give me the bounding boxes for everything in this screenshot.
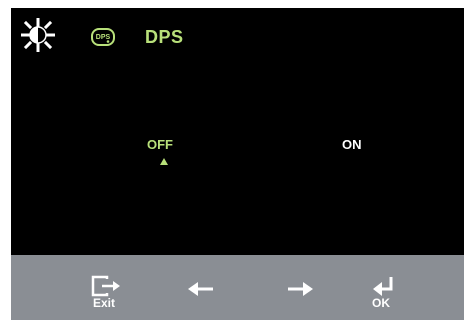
brightness-icon [21, 18, 55, 52]
control-bar: Exit OK [11, 255, 464, 320]
right-button[interactable] [281, 255, 321, 320]
svg-text:DPS: DPS [96, 34, 111, 41]
exit-icon [91, 275, 120, 297]
right-arrow-icon [288, 282, 313, 296]
option-off[interactable]: OFF [147, 137, 173, 152]
option-on[interactable]: ON [342, 137, 362, 152]
exit-button[interactable]: Exit [81, 255, 141, 320]
ok-button[interactable]: OK [361, 255, 411, 320]
menu-title: DPS [145, 27, 184, 47]
exit-label: Exit [93, 296, 116, 310]
left-arrow-icon [188, 282, 213, 296]
left-button[interactable] [181, 255, 221, 320]
enter-icon [373, 277, 393, 296]
osd-menu-panel: DPS DPS OFF ON [11, 8, 464, 255]
dps-icon: DPS [91, 28, 115, 46]
selection-indicator-icon [160, 158, 168, 165]
ok-label: OK [372, 296, 390, 310]
osd-window: DPS DPS OFF ON Exit OK [11, 8, 464, 320]
